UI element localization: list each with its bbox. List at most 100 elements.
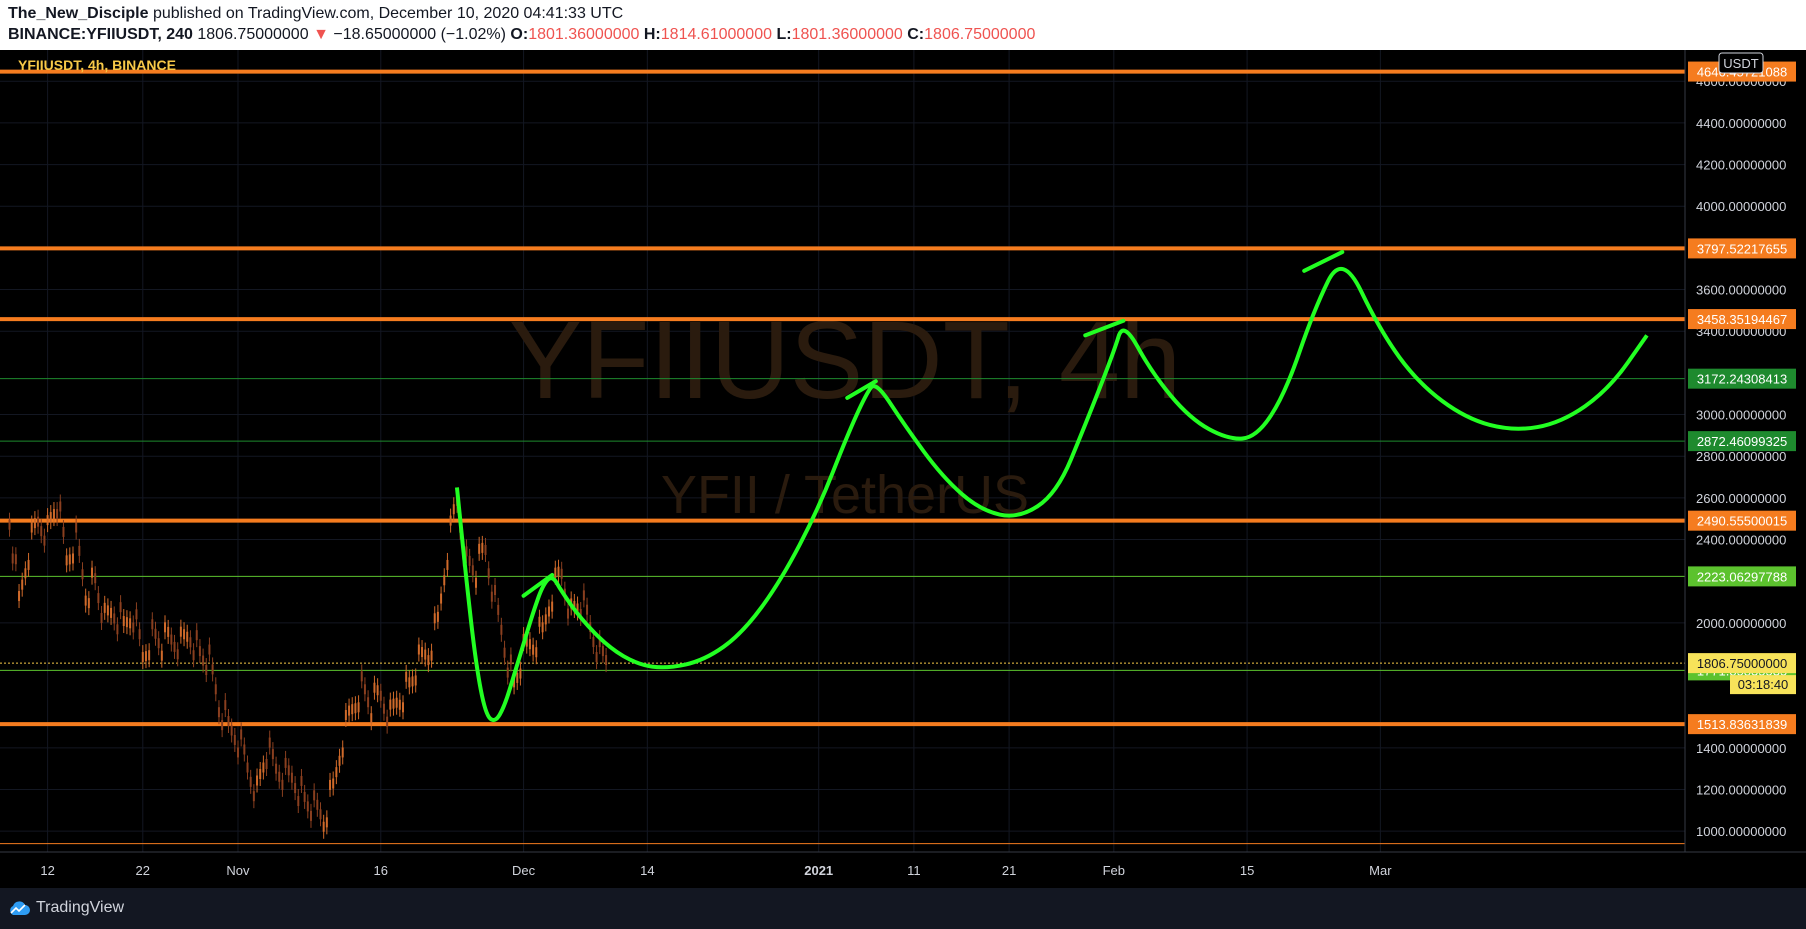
level-label-text: 1513.83631839 [1697, 717, 1787, 732]
candle-body [560, 568, 563, 579]
candle-body [382, 703, 385, 714]
candle-body [62, 526, 65, 537]
candle-body [217, 707, 220, 718]
candle-body [221, 720, 224, 731]
level-label-text: 2223.06297788 [1697, 569, 1787, 584]
high-label: H: [643, 26, 661, 43]
candle-body [329, 779, 332, 790]
candle-body [160, 650, 163, 661]
candle-body [516, 672, 519, 683]
candle-body [500, 624, 503, 635]
author-name[interactable]: The_New_Disciple [8, 5, 149, 22]
candle-body [262, 762, 265, 773]
candle-body [325, 817, 328, 828]
candle-body [395, 697, 398, 708]
level-label-text: 2490.55500015 [1697, 514, 1787, 529]
price-chart[interactable]: YFIIUSDT, 4h YFII / TetherUS 1000.000000… [0, 50, 1806, 888]
candle-body [173, 641, 176, 652]
candle-body [303, 791, 306, 802]
candle-body [351, 704, 354, 715]
candle-body [484, 544, 487, 555]
ohlc-line: BINANCE:YFIIUSDT, 240 1806.75000000 ▼ −1… [8, 26, 1035, 44]
candle-body [116, 624, 119, 635]
candle-body [68, 554, 71, 565]
candle-body [56, 509, 59, 520]
price-tick-label: 1000.00000000 [1696, 824, 1786, 839]
countdown-text: 03:18:40 [1738, 677, 1789, 692]
candle-body [290, 772, 293, 783]
price-tick-label: 2800.00000000 [1696, 449, 1786, 464]
candle-body [436, 611, 439, 622]
change-value: −18.65000000 (−1.02%) [333, 26, 506, 43]
currency-label: USDT [1723, 56, 1758, 71]
published-text: published on TradingView.com, December 1… [152, 5, 624, 22]
candle-body [605, 655, 608, 666]
last-price: 1806.75000000 [197, 26, 309, 43]
candle-body [138, 629, 141, 640]
close-label: C: [907, 26, 925, 43]
time-tick-label: 22 [136, 863, 150, 878]
candle-body [468, 555, 471, 566]
candle-body [65, 555, 68, 566]
candle-body [389, 699, 392, 710]
candle-body [373, 682, 376, 693]
tradingview-logo[interactable]: TradingView [8, 899, 124, 917]
candle-body [151, 619, 154, 630]
price-axis[interactable] [1685, 50, 1806, 888]
candle-body [30, 522, 33, 533]
low-label: L: [776, 26, 792, 43]
price-tick-label: 1200.00000000 [1696, 783, 1786, 798]
candle-body [189, 637, 192, 648]
candle-body [306, 801, 309, 812]
candle-body [18, 591, 21, 602]
candle-body [224, 700, 227, 711]
candle-body [405, 671, 408, 682]
open-value: 1801.36000000 [528, 26, 640, 43]
candle-body [287, 765, 290, 776]
candle-body [33, 518, 36, 529]
candle-body [271, 749, 274, 760]
candle-body [494, 585, 497, 596]
candle-body [478, 543, 481, 554]
candle-body [214, 684, 217, 695]
candle-body [386, 716, 389, 727]
candle-body [103, 602, 106, 613]
candle-body [179, 626, 182, 637]
candle-body [132, 622, 135, 633]
time-axis[interactable] [0, 852, 1806, 888]
candle-body [46, 515, 49, 526]
candle-body [430, 650, 433, 661]
candle-body [259, 769, 262, 780]
candle-body [316, 799, 319, 810]
candle-body [125, 617, 128, 628]
candle-body [344, 710, 347, 721]
candle-body [313, 790, 316, 801]
candle-body [278, 771, 281, 782]
candle-body [52, 509, 55, 520]
candle-body [446, 559, 449, 570]
time-tick-label: 12 [40, 863, 54, 878]
candle-body [535, 647, 538, 658]
candle-body [408, 677, 411, 688]
time-tick-label: Dec [512, 863, 536, 878]
candle-body [100, 612, 103, 623]
candle-body [148, 650, 151, 661]
candle-body [417, 644, 420, 655]
level-label-text: 3458.35194467 [1697, 312, 1787, 327]
price-tick-label: 4400.00000000 [1696, 116, 1786, 131]
level-label-text: 2872.46099325 [1697, 434, 1787, 449]
candle-body [97, 593, 100, 604]
candle-body [586, 604, 589, 615]
candle-body [582, 590, 585, 601]
candle-body [376, 685, 379, 696]
candle-body [157, 638, 160, 649]
candle-body [144, 651, 147, 662]
candle-body [506, 667, 509, 678]
candle-body [236, 747, 239, 758]
candle-body [275, 763, 278, 774]
candle-body [135, 609, 138, 620]
candle-body [252, 791, 255, 802]
candle-body [332, 778, 335, 789]
candle-body [167, 626, 170, 637]
candle-body [11, 553, 14, 564]
